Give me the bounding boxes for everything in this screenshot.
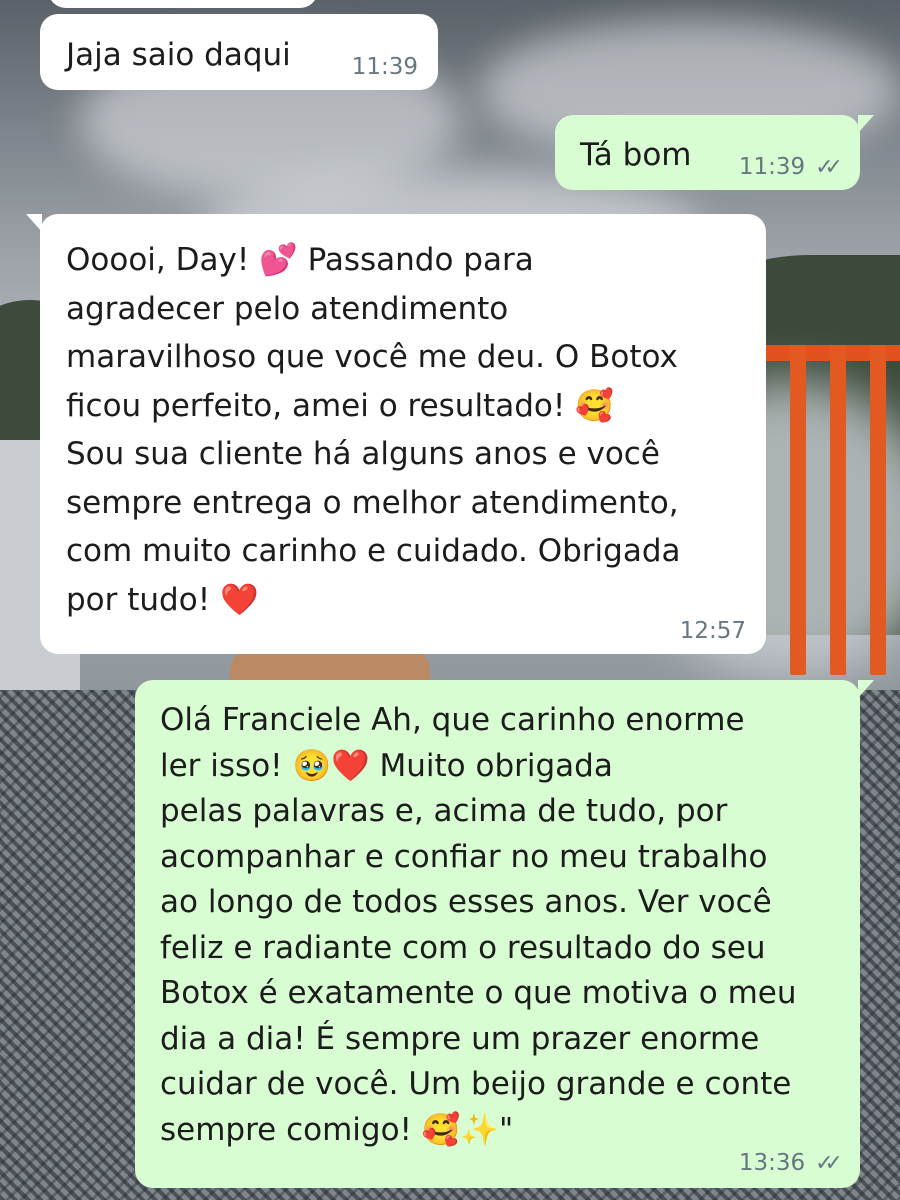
message-time: 13:36 <box>738 1150 806 1176</box>
message-bubble-incoming[interactable]: Ooooi, Day! 💕 Passando para agradecer pe… <box>26 214 766 654</box>
message-bubble-partial <box>48 0 318 8</box>
message-meta: 13:36 ✓✓ <box>738 1150 843 1176</box>
message-text: Ooooi, Day! 💕 Passando para agradecer pe… <box>66 242 681 618</box>
double-check-icon: ✓✓ <box>815 154 843 180</box>
message-meta: 12:57 <box>680 618 746 644</box>
message-time: 11:39 <box>738 154 806 180</box>
message-bubble-incoming[interactable]: Jaja saio daqui 11:39 <box>40 14 438 90</box>
message-meta: 11:39 ✓✓ <box>738 154 843 180</box>
message-time: 11:39 <box>351 54 418 80</box>
message-bubble-outgoing[interactable]: Tá bom 11:39 ✓✓ <box>555 115 874 190</box>
message-bubble-outgoing[interactable]: Olá Franciele Ah, que carinho enorme ler… <box>135 680 874 1188</box>
wallpaper-railing-post <box>790 345 806 675</box>
double-check-icon: ✓✓ <box>815 1150 843 1176</box>
wallpaper-railing-post <box>830 345 846 675</box>
message-meta: 11:39 <box>352 54 418 80</box>
message-time: 12:57 <box>679 618 746 644</box>
message-text: Olá Franciele Ah, que carinho enorme ler… <box>160 702 797 1148</box>
wallpaper-railing-post <box>870 345 886 675</box>
